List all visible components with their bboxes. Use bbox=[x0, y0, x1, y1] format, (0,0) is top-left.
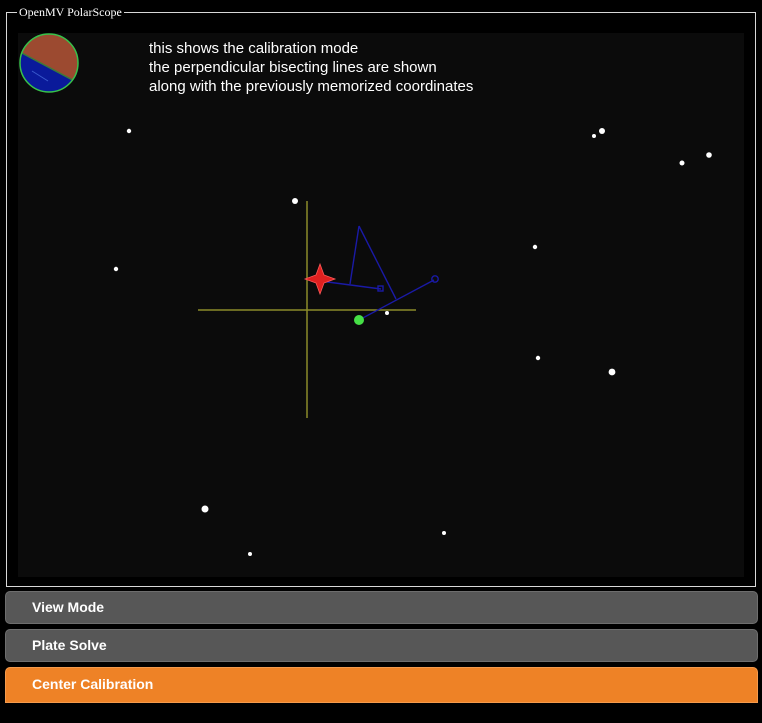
star bbox=[706, 152, 712, 158]
star bbox=[201, 505, 209, 513]
orientation-indicator-icon bbox=[19, 33, 79, 93]
target-marker-icon bbox=[303, 262, 337, 296]
plate-solve-button[interactable]: Plate Solve bbox=[5, 629, 758, 662]
star bbox=[679, 160, 685, 166]
star bbox=[385, 311, 389, 315]
center-calibration-button[interactable]: Center Calibration bbox=[5, 667, 758, 703]
star bbox=[599, 128, 605, 134]
star bbox=[126, 128, 132, 134]
star bbox=[592, 134, 596, 138]
star bbox=[248, 552, 252, 556]
calibration-lines bbox=[319, 225, 439, 321]
calibration-note: this shows the calibration mode the perp… bbox=[149, 40, 474, 95]
center-point-marker bbox=[354, 315, 364, 325]
star-field bbox=[19, 33, 712, 556]
star bbox=[442, 531, 446, 535]
star bbox=[292, 198, 298, 204]
star bbox=[535, 355, 541, 361]
stars bbox=[113, 128, 712, 556]
app-title: OpenMV PolarScope bbox=[17, 5, 124, 19]
star bbox=[113, 266, 119, 272]
view-mode-button[interactable]: View Mode bbox=[5, 591, 758, 624]
crosshair bbox=[198, 201, 416, 418]
memorized-point-marker bbox=[431, 275, 439, 283]
camera-viewport[interactable]: this shows the calibration mode the perp… bbox=[18, 33, 744, 577]
star bbox=[608, 368, 616, 376]
star bbox=[532, 244, 538, 250]
